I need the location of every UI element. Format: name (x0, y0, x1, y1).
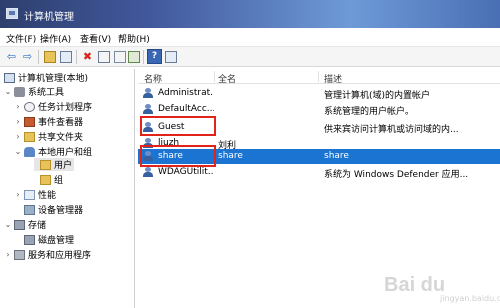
tree-node-label: 本地用户和组 (38, 148, 93, 158)
user-icon (143, 88, 154, 98)
menu-file[interactable]: 文件(F) (6, 32, 36, 45)
tree-node-label: 计算机管理(本地) (18, 74, 89, 84)
chevron-down-icon[interactable]: ⌄ (4, 87, 12, 96)
user-fullname: share (218, 151, 243, 161)
user-description: 供来宾访问计算机或访问域的内... (324, 125, 459, 135)
device-manager-icon (24, 204, 35, 215)
chevron-right-icon[interactable]: › (14, 132, 22, 141)
watermark-logo: Bai du (384, 274, 446, 296)
column-header-name[interactable]: 名称 (144, 72, 162, 85)
tree-node-users[interactable]: 用户 (34, 158, 74, 171)
up-folder-icon[interactable] (42, 49, 57, 64)
column-divider[interactable] (318, 71, 319, 82)
tree-node-label: 事件查看器 (38, 118, 84, 128)
user-name: Administrat... (158, 88, 214, 98)
tree-node-event-viewer[interactable]: › 事件查看器 (14, 115, 83, 128)
tree-node-storage[interactable]: ⌄ 存储 (4, 218, 46, 231)
tree-node-groups[interactable]: 组 (40, 173, 63, 186)
computer-icon (4, 72, 15, 83)
column-header-fullname[interactable]: 全名 (218, 72, 236, 85)
forward-arrow-icon[interactable]: ⇨ (20, 49, 35, 64)
tree-node-label: 任务计划程序 (38, 103, 93, 113)
delete-icon[interactable]: ✖ (80, 49, 95, 64)
chevron-right-icon[interactable]: › (4, 250, 12, 259)
chevron-down-icon[interactable]: ⌄ (14, 147, 22, 156)
share-highlight-box (140, 145, 216, 167)
storage-icon (14, 219, 25, 230)
user-description: 系统管理的用户帐户。 (324, 107, 415, 117)
tree-node-shared-folders[interactable]: › 共享文件夹 (14, 130, 83, 143)
shared-folder-icon (24, 131, 35, 142)
tree-node-system-tools[interactable]: ⌄ 系统工具 (4, 85, 64, 98)
tree-node-root[interactable]: 计算机管理(本地) (4, 71, 88, 84)
tools-icon (14, 86, 25, 97)
export-list-icon[interactable] (126, 49, 141, 64)
users-group-icon (24, 146, 35, 157)
user-icon (143, 104, 154, 114)
toolbar: ⇦ ⇨ ✖ ? (0, 47, 500, 67)
computer-management-icon (6, 8, 18, 19)
show-action-pane-icon[interactable] (163, 49, 178, 64)
folder-icon (40, 174, 51, 185)
refresh-icon[interactable] (112, 49, 127, 64)
window-title: 计算机管理 (24, 12, 74, 23)
user-name: DefaultAcc... (158, 104, 214, 114)
tree-node-label: 设备管理器 (38, 206, 84, 216)
toolbar-separator (38, 50, 39, 64)
menu-help[interactable]: 帮助(H) (118, 32, 150, 45)
user-icon (143, 167, 154, 177)
tree-node-label: 共享文件夹 (38, 133, 84, 143)
menu-bar: 文件(F) 操作(A) 查看(V) 帮助(H) (0, 28, 500, 47)
tree-node-services-apps[interactable]: › 服务和应用程序 (4, 248, 91, 261)
user-name: WDAGUtilit... (158, 167, 214, 177)
table-row[interactable]: DefaultAcc... 系统管理的用户帐户。 (138, 102, 500, 117)
chevron-right-icon[interactable]: › (14, 117, 22, 126)
tree-node-label: 服务和应用程序 (28, 251, 92, 261)
watermark-url: jingyan.baidu.com (440, 294, 500, 303)
menu-view[interactable]: 查看(V) (80, 32, 111, 45)
title-bar: 计算机管理 (0, 0, 500, 28)
tree-node-label: 磁盘管理 (38, 236, 75, 246)
table-row[interactable]: Administrat... 管理计算机(域)的内置帐户 (138, 86, 500, 101)
folder-icon (40, 159, 51, 170)
event-viewer-icon (24, 116, 35, 127)
baidu-watermark: Bai du jingyan.baidu.com (384, 274, 500, 304)
user-description: 管理计算机(域)的内置帐户 (324, 91, 431, 101)
tree-node-label: 性能 (38, 191, 57, 201)
services-icon (14, 249, 25, 260)
chevron-right-icon[interactable]: › (14, 190, 22, 199)
tree-node-performance[interactable]: › 性能 (14, 188, 56, 201)
column-divider[interactable] (214, 71, 215, 82)
toolbar-separator (76, 50, 77, 64)
disk-management-icon (24, 234, 35, 245)
performance-icon (24, 189, 35, 200)
column-header-description[interactable]: 描述 (324, 72, 342, 85)
help-icon[interactable]: ? (147, 49, 162, 64)
tree-node-disk-management[interactable]: 磁盘管理 (24, 233, 74, 246)
tree-node-label: 组 (54, 176, 64, 186)
navigation-tree: 计算机管理(本地) ⌄ 系统工具 › 任务计划程序 › 事件查看器 › 共享文件… (0, 69, 135, 308)
show-hide-tree-icon[interactable] (58, 49, 73, 64)
tree-node-label: 用户 (54, 161, 73, 171)
tree-node-task-scheduler[interactable]: › 任务计划程序 (14, 100, 92, 113)
list-header: 名称 全名 描述 (138, 69, 500, 85)
properties-icon[interactable] (96, 49, 111, 64)
clock-icon (24, 101, 35, 112)
user-description: 系统为 Windows Defender 应用... (324, 170, 469, 180)
menu-action[interactable]: 操作(A) (40, 32, 71, 45)
chevron-down-icon[interactable]: ⌄ (4, 220, 12, 229)
back-arrow-icon[interactable]: ⇦ (4, 49, 19, 64)
tree-node-local-users-groups[interactable]: ⌄ 本地用户和组 (14, 145, 92, 158)
chevron-right-icon[interactable]: › (14, 102, 22, 111)
user-list-panel: 名称 全名 描述 Administrat... 管理计算机(域)的内置帐户 De… (138, 69, 500, 308)
table-row[interactable]: WDAGUtilit... 系统为 Windows Defender 应用... (138, 165, 500, 180)
user-description: share (324, 151, 349, 161)
tree-node-device-manager[interactable]: 设备管理器 (24, 203, 83, 216)
tree-node-label: 系统工具 (28, 88, 65, 98)
toolbar-separator (143, 50, 144, 64)
tree-node-label: 存储 (28, 221, 47, 231)
guest-highlight-box (140, 116, 216, 136)
